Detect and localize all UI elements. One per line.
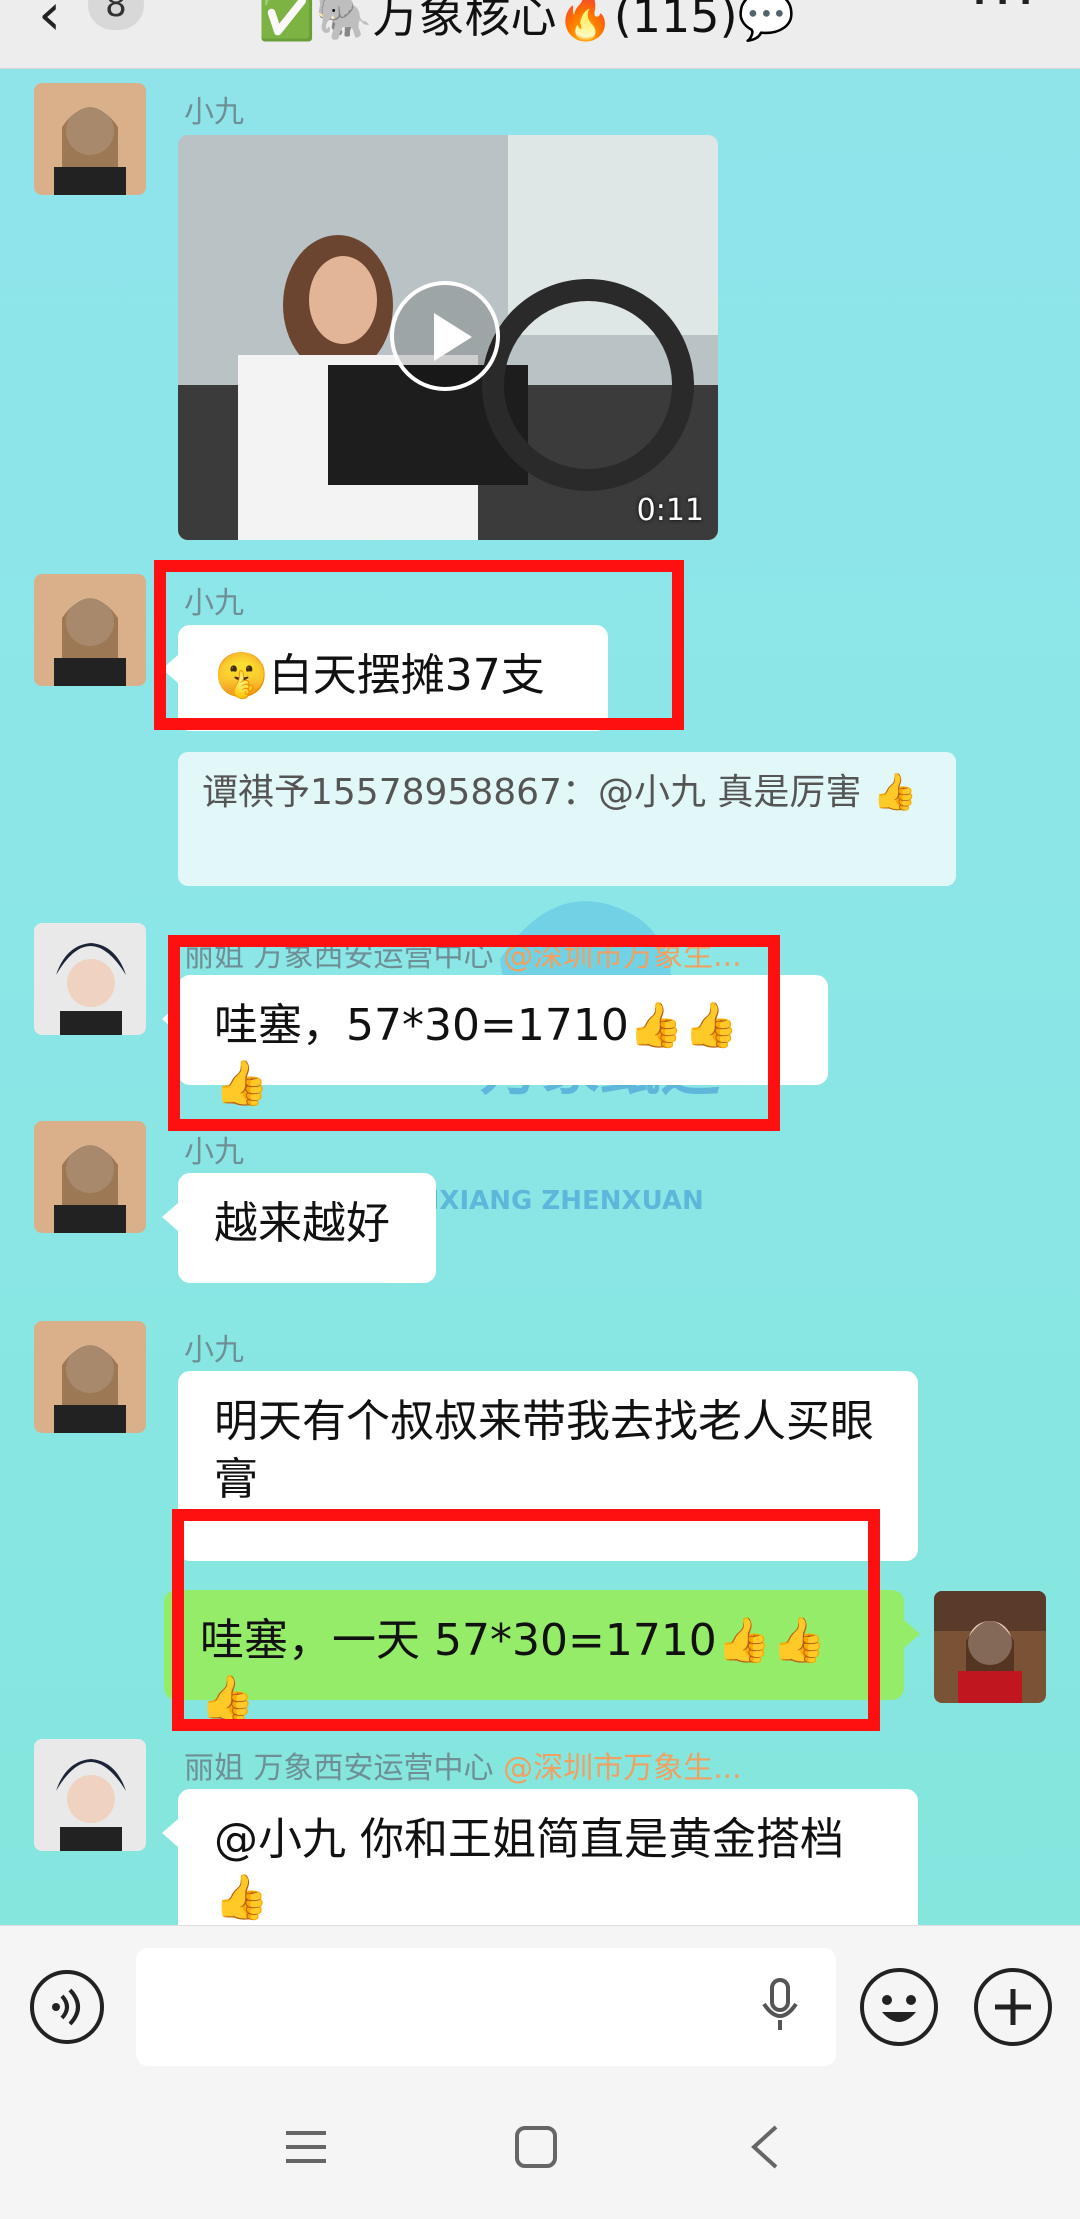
- voice-icon[interactable]: [30, 1970, 104, 2044]
- sender-name: 小九: [184, 1135, 244, 1170]
- input-bar: [0, 1925, 1080, 2076]
- video-duration: 0:11: [636, 493, 704, 528]
- play-icon[interactable]: [390, 281, 500, 391]
- menu-icon[interactable]: [284, 2127, 328, 2167]
- quoted-reply[interactable]: 谭祺予15578958867：@小九 真是厉害 👍: [178, 752, 956, 886]
- home-icon[interactable]: [514, 2125, 558, 2169]
- nav-back-icon[interactable]: [748, 2123, 780, 2171]
- plus-icon[interactable]: [974, 1968, 1052, 2046]
- avatar-xiaojiu[interactable]: [34, 1121, 146, 1233]
- sender-name: 丽姐 万象西安运营中心 @深圳市万象生...: [184, 1743, 742, 1787]
- highlight-box: [172, 1509, 880, 1731]
- emoji-icon[interactable]: [860, 1968, 938, 2046]
- avatar-lijie[interactable]: [34, 1739, 146, 1851]
- back-icon[interactable]: ‹: [38, 0, 61, 48]
- system-nav-bar: [0, 2075, 1080, 2219]
- avatar-self[interactable]: [934, 1591, 1046, 1703]
- avatar-xiaojiu[interactable]: [34, 83, 146, 195]
- sender-name: 小九: [184, 1333, 244, 1368]
- title-bar: ‹ 8 ✅🐘万象核心🔥(115)💬 ···: [0, 0, 1080, 69]
- mic-icon[interactable]: [760, 1978, 800, 2038]
- video-message[interactable]: 0:11: [178, 135, 718, 540]
- chat-area[interactable]: 万象甄选 WANXIANG ZHENXUAN 小九 0:11 小九 🤫白天摆摊3…: [0, 69, 1080, 1925]
- sender-mention: @深圳市万象生...: [503, 1751, 742, 1786]
- message-input[interactable]: [136, 1948, 836, 2066]
- highlight-box: [154, 560, 684, 730]
- sender-name: 小九: [184, 95, 244, 130]
- highlight-box: [168, 935, 780, 1131]
- avatar-xiaojiu[interactable]: [34, 574, 146, 686]
- message-bubble[interactable]: @小九 你和王姐简直是黄金搭档👍: [162, 1789, 918, 1925]
- more-icon[interactable]: ···: [970, 0, 1039, 36]
- avatar-lijie[interactable]: [34, 923, 146, 1035]
- group-title: ✅🐘万象核心🔥(115)💬: [258, 0, 795, 43]
- message-bubble[interactable]: 越来越好: [162, 1173, 436, 1283]
- sender-name-text: 丽姐 万象西安运营中心: [184, 1751, 494, 1786]
- unread-count-badge[interactable]: 8: [88, 0, 144, 30]
- avatar-xiaojiu[interactable]: [34, 1321, 146, 1433]
